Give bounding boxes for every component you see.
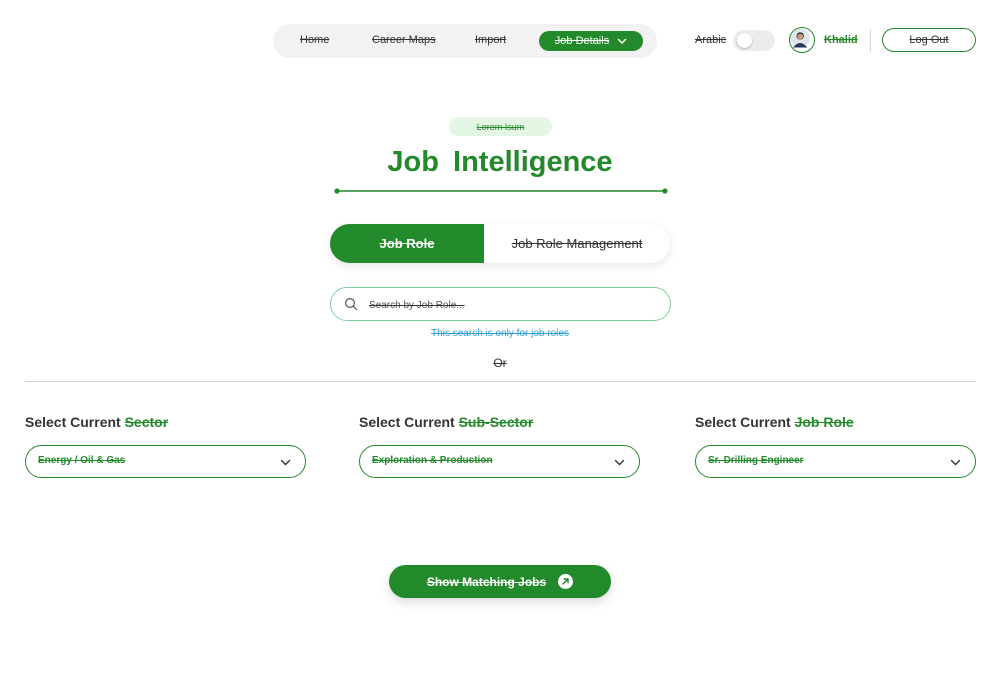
title-underline [334, 188, 668, 194]
show-matching-jobs-label: Show Matching Jobs [426, 574, 547, 589]
search-mode-tabs: Job Role Job Role Management [330, 224, 670, 263]
job-role-select-value: Sr. Drilling Engineer [708, 455, 804, 466]
sector-select[interactable]: Energy / Oil & Gas [25, 445, 306, 478]
main-nav: Home Career Maps Import Job Details [273, 24, 657, 58]
nav-item-job-details[interactable]: Job Details [539, 31, 643, 51]
page-title: Job Intelligence [387, 146, 613, 178]
job-role-label-accent: Job Role [794, 414, 854, 430]
hero-badge: Lorem Isum [449, 117, 552, 136]
or-separator: Or [493, 356, 507, 370]
user-avatar-icon [790, 28, 810, 48]
sector-select-value: Energy / Oil & Gas [38, 455, 126, 466]
nav-item-home[interactable]: Home [300, 34, 329, 46]
sector-label: Select Current Sector [25, 414, 168, 430]
user-name[interactable]: Khalid [824, 34, 858, 46]
sub-sector-label-accent: Sub-Sector [458, 414, 534, 430]
tab-job-role-management[interactable]: Job Role Management [484, 224, 670, 263]
nav-item-career-maps[interactable]: Career Maps [372, 34, 436, 46]
search-input[interactable] [367, 294, 661, 316]
arrow-up-right-icon [558, 574, 574, 589]
hero-badge-label: Lorem Isum [476, 121, 525, 132]
nav-item-job-details-label: Job Details [554, 35, 610, 47]
tab-job-role-management-label: Job Role Management [511, 236, 643, 251]
job-role-label-prefix: Select Current [695, 414, 795, 430]
search-hint: This search is only for job roles [431, 328, 569, 339]
sub-sector-label: Select Current Sub-Sector [359, 414, 533, 430]
show-matching-jobs-button[interactable]: Show Matching Jobs [389, 565, 611, 598]
avatar[interactable] [789, 27, 815, 53]
logout-button[interactable]: Log Out [882, 28, 976, 52]
nav-item-import[interactable]: Import [475, 34, 506, 46]
tab-job-role[interactable]: Job Role [330, 224, 484, 263]
sub-sector-label-prefix: Select Current [359, 414, 459, 430]
chevron-down-icon [950, 459, 961, 466]
sector-label-accent: Sector [124, 414, 169, 430]
chevron-down-icon [280, 459, 291, 466]
sub-sector-select-value: Exploration & Production [372, 455, 493, 466]
language-toggle[interactable] [733, 30, 775, 51]
chevron-down-icon [617, 38, 627, 45]
job-role-select[interactable]: Sr. Drilling Engineer [695, 445, 976, 478]
language-label: Arabic [695, 34, 727, 46]
divider [25, 381, 976, 382]
tab-job-role-label: Job Role [379, 236, 435, 251]
search-box [330, 287, 671, 321]
sub-sector-select[interactable]: Exploration & Production [359, 445, 640, 478]
job-role-label: Select Current Job Role [695, 414, 854, 430]
search-icon [344, 297, 358, 311]
logout-label: Log Out [909, 34, 949, 46]
toggle-knob [737, 33, 752, 48]
nav-divider [870, 29, 871, 52]
chevron-down-icon [614, 459, 625, 466]
sector-label-prefix: Select Current [25, 414, 125, 430]
